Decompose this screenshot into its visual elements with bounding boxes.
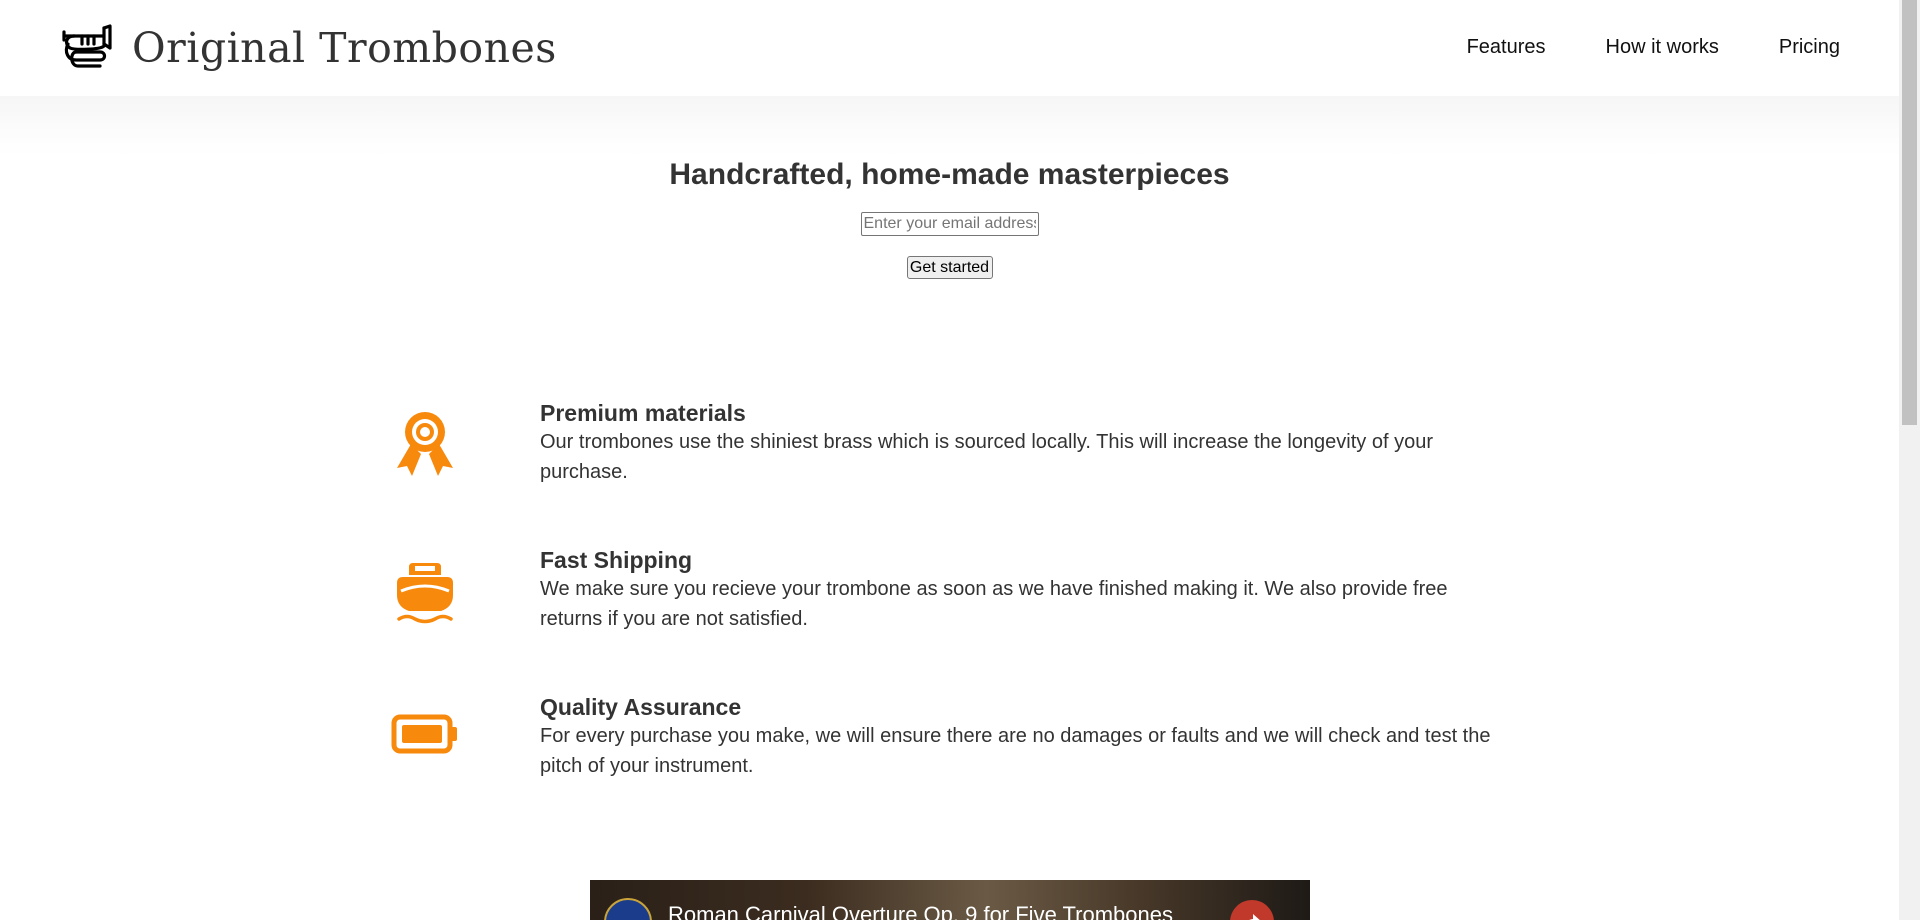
main-nav: Features How it works Pricing xyxy=(1407,34,1840,60)
feature-title: Fast Shipping xyxy=(540,547,693,573)
feature-title: Premium materials xyxy=(540,400,746,426)
feature-text: Fast Shipping We make sure you recieve y… xyxy=(540,547,1500,634)
hero-section: Handcrafted, home-made masterpieces Get … xyxy=(0,150,1899,279)
scrollbar-thumb[interactable] xyxy=(1902,0,1917,425)
hero-heading: Handcrafted, home-made masterpieces xyxy=(669,158,1230,191)
battery-full-icon xyxy=(385,714,465,754)
trumpet-icon xyxy=(60,24,112,72)
award-icon xyxy=(385,410,465,480)
share-icon[interactable] xyxy=(1230,900,1274,920)
video-title[interactable]: Roman Carnival Overture Op. 9 for Five T… xyxy=(668,902,1173,920)
feature-description: For every purchase you make, we will ens… xyxy=(540,725,1491,777)
feature-text: Premium materials Our trombones use the … xyxy=(540,400,1500,487)
ship-icon xyxy=(385,557,465,627)
video-embed[interactable]: Roman Carnival Overture Op. 9 for Five T… xyxy=(590,880,1310,920)
site-header: Original Trombones Features How it works… xyxy=(0,0,1899,96)
channel-avatar[interactable] xyxy=(604,898,652,920)
vertical-scrollbar[interactable] xyxy=(1899,0,1920,920)
nav-link-how-it-works[interactable]: How it works xyxy=(1606,34,1719,60)
feature-description: We make sure you recieve your trombone a… xyxy=(540,578,1448,630)
nav-link-pricing[interactable]: Pricing xyxy=(1779,34,1840,60)
page-content: Original Trombones Features How it works… xyxy=(0,0,1899,920)
hero-background xyxy=(0,96,1899,156)
get-started-button[interactable]: Get started xyxy=(906,256,993,279)
feature-description: Our trombones use the shiniest brass whi… xyxy=(540,431,1433,483)
feature-text: Quality Assurance For every purchase you… xyxy=(540,694,1500,781)
email-input[interactable] xyxy=(860,212,1039,236)
logo[interactable]: Original Trombones xyxy=(60,22,557,74)
nav-link-features[interactable]: Features xyxy=(1467,34,1546,60)
feature-title: Quality Assurance xyxy=(540,694,742,720)
page: Original Trombones Features How it works… xyxy=(0,0,1920,920)
site-title: Original Trombones xyxy=(132,24,557,72)
